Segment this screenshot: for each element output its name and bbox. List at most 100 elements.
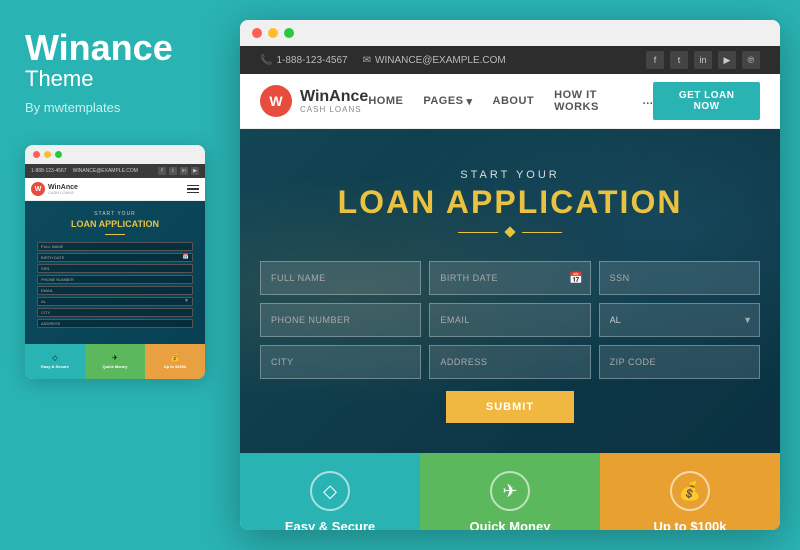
mini-divider bbox=[105, 234, 125, 235]
form-row-3 bbox=[260, 345, 760, 379]
mini-form-row-1: FULL NAME bbox=[33, 242, 197, 251]
social-twitter[interactable]: t bbox=[670, 51, 688, 69]
form-field-phone bbox=[260, 303, 421, 337]
mini-topbar: 1-888-123-4567 WINANCE@EXAMPLE.COM f t i… bbox=[25, 164, 205, 178]
brand-title: Winance bbox=[25, 30, 205, 66]
form-field-email bbox=[429, 303, 590, 337]
form-field-ssn bbox=[599, 261, 760, 295]
mini-hamburger bbox=[187, 185, 199, 194]
nav-how-it-works[interactable]: HOW IT WORKS bbox=[554, 89, 622, 113]
social-facebook[interactable]: f bbox=[646, 51, 664, 69]
submit-row: SUBMIT bbox=[260, 391, 760, 423]
quick-title: Quick Money bbox=[470, 519, 551, 530]
feature-card-easy: ◇ Easy & Secure Lorem ipsum dolor sit am… bbox=[240, 453, 420, 530]
dot-yellow bbox=[268, 28, 278, 38]
input-email[interactable] bbox=[429, 303, 590, 337]
input-city[interactable] bbox=[260, 345, 421, 379]
easy-icon: ◇ bbox=[310, 471, 350, 511]
social-pinterest[interactable]: ℗ bbox=[742, 51, 760, 69]
dot-green bbox=[284, 28, 294, 38]
money-icon: 💰 bbox=[670, 471, 710, 511]
input-address[interactable] bbox=[429, 345, 590, 379]
input-fullname[interactable] bbox=[260, 261, 421, 295]
feature-card-100k: 💰 Up to $100k Nam liber tempor cum solut… bbox=[600, 453, 780, 530]
mini-form-row-2: BIRTH DATE 📅 bbox=[33, 253, 197, 262]
mini-form-row-3: SSN bbox=[33, 264, 197, 273]
topbar-left: 📞 1-888-123-4567 ✉ WINANCE@EXAMPLE.COM bbox=[260, 55, 506, 66]
mini-logo-icon: W bbox=[31, 182, 45, 196]
input-ssn[interactable] bbox=[599, 261, 760, 295]
form-field-address bbox=[429, 345, 590, 379]
email-icon: ✉ bbox=[363, 55, 371, 66]
nav-more[interactable]: ... bbox=[643, 95, 654, 107]
mini-dot-red bbox=[33, 151, 40, 158]
input-phone[interactable] bbox=[260, 303, 421, 337]
mini-dot-green bbox=[55, 151, 62, 158]
mini-phone: 1-888-123-4567 bbox=[31, 168, 67, 174]
nav-logo: W WinAnce CASH LOANS bbox=[260, 85, 368, 117]
form-row-2: AL AK CA ▼ bbox=[260, 303, 760, 337]
mini-feature-cards: ◇ Easy & Secure ✈ Quick Money 💰 Up to $1… bbox=[25, 344, 205, 379]
hero-content: START YOUR LOAN APPLICATION 📅 bbox=[260, 169, 760, 423]
mini-browser-bar bbox=[25, 145, 205, 164]
input-birthdate[interactable] bbox=[429, 261, 590, 295]
social-youtube[interactable]: ▶ bbox=[718, 51, 736, 69]
mini-logo: W WinAnce CASH LOANS bbox=[31, 182, 78, 196]
mini-form-row-8: ADDRESS bbox=[33, 319, 197, 328]
form-field-city bbox=[260, 345, 421, 379]
mini-hero: START YOUR LOAN APPLICATION FULL NAME BI… bbox=[25, 201, 205, 344]
mini-form-row-7: CITY bbox=[33, 308, 197, 317]
mini-topbar-right: f t in ▶ bbox=[158, 167, 199, 175]
nav-home[interactable]: HOME bbox=[368, 95, 403, 107]
nav-logo-icon: W bbox=[260, 85, 292, 117]
topbar-right: f t in ▶ ℗ bbox=[646, 51, 760, 69]
dot-red bbox=[252, 28, 262, 38]
mini-email: WINANCE@EXAMPLE.COM bbox=[73, 168, 138, 174]
mini-form-row-6: AL ▼ bbox=[33, 297, 197, 306]
hero-title: LOAN APPLICATION bbox=[260, 185, 760, 220]
topbar-email: ✉ WINANCE@EXAMPLE.COM bbox=[363, 55, 506, 66]
mini-browser: 1-888-123-4567 WINANCE@EXAMPLE.COM f t i… bbox=[25, 145, 205, 379]
nav-links: HOME PAGES ▾ ABOUT HOW IT WORKS ... bbox=[368, 89, 653, 113]
ornament-line-left bbox=[458, 232, 498, 233]
mini-card-quick-title: Quick Money bbox=[103, 364, 128, 369]
quick-icon: ✈ bbox=[490, 471, 530, 511]
submit-button[interactable]: SUBMIT bbox=[446, 391, 574, 423]
mini-card-easy-title: Easy & Secure bbox=[41, 364, 69, 369]
select-state[interactable]: AL AK CA bbox=[599, 303, 760, 337]
mini-card-easy: ◇ Easy & Secure bbox=[25, 344, 85, 379]
site-topbar: 📞 1-888-123-4567 ✉ WINANCE@EXAMPLE.COM f… bbox=[240, 46, 780, 74]
site-hero: START YOUR LOAN APPLICATION 📅 bbox=[240, 129, 780, 453]
mini-logo-text: WinAnce CASH LOANS bbox=[48, 184, 78, 195]
mini-dot-yellow bbox=[44, 151, 51, 158]
easy-title: Easy & Secure bbox=[285, 519, 375, 530]
social-linkedin[interactable]: in bbox=[694, 51, 712, 69]
nav-about[interactable]: ABOUT bbox=[493, 95, 535, 107]
mini-social-f: f bbox=[158, 167, 166, 175]
mini-card-easy-icon: ◇ bbox=[52, 354, 57, 362]
form-field-birthdate: 📅 bbox=[429, 261, 590, 295]
mini-card-100k-icon: 💰 bbox=[171, 354, 180, 362]
calendar-icon: 📅 bbox=[569, 272, 583, 285]
100k-title: Up to $100k bbox=[654, 519, 727, 530]
browser-chrome-bar bbox=[240, 20, 780, 46]
mini-social-t: t bbox=[169, 167, 177, 175]
topbar-phone: 📞 1-888-123-4567 bbox=[260, 55, 348, 66]
mini-form-row-5: EMAIL bbox=[33, 286, 197, 295]
nav-pages[interactable]: PAGES ▾ bbox=[423, 95, 472, 108]
get-loan-button[interactable]: GET LOAN NOW bbox=[653, 82, 760, 120]
mini-input-birthdate: BIRTH DATE 📅 bbox=[37, 253, 193, 262]
mini-navbar: W WinAnce CASH LOANS bbox=[25, 178, 205, 201]
mini-input-ssn: SSN bbox=[37, 264, 193, 273]
feature-card-quick: ✈ Quick Money Mirum est notare quam litt… bbox=[420, 453, 600, 530]
hero-ornament bbox=[260, 228, 760, 236]
mini-form: FULL NAME BIRTH DATE 📅 SSN PHONE NUMBER … bbox=[33, 238, 197, 334]
mini-topbar-left: 1-888-123-4567 WINANCE@EXAMPLE.COM bbox=[31, 168, 138, 174]
mini-card-quick-icon: ✈ bbox=[112, 354, 118, 362]
form-field-state: AL AK CA ▼ bbox=[599, 303, 760, 337]
mini-social-play: ▶ bbox=[191, 167, 199, 175]
loan-form: 📅 AL AK bbox=[260, 261, 760, 423]
main-browser: 📞 1-888-123-4567 ✉ WINANCE@EXAMPLE.COM f… bbox=[240, 20, 780, 530]
input-zip[interactable] bbox=[599, 345, 760, 379]
mini-input-email: EMAIL bbox=[37, 286, 193, 295]
